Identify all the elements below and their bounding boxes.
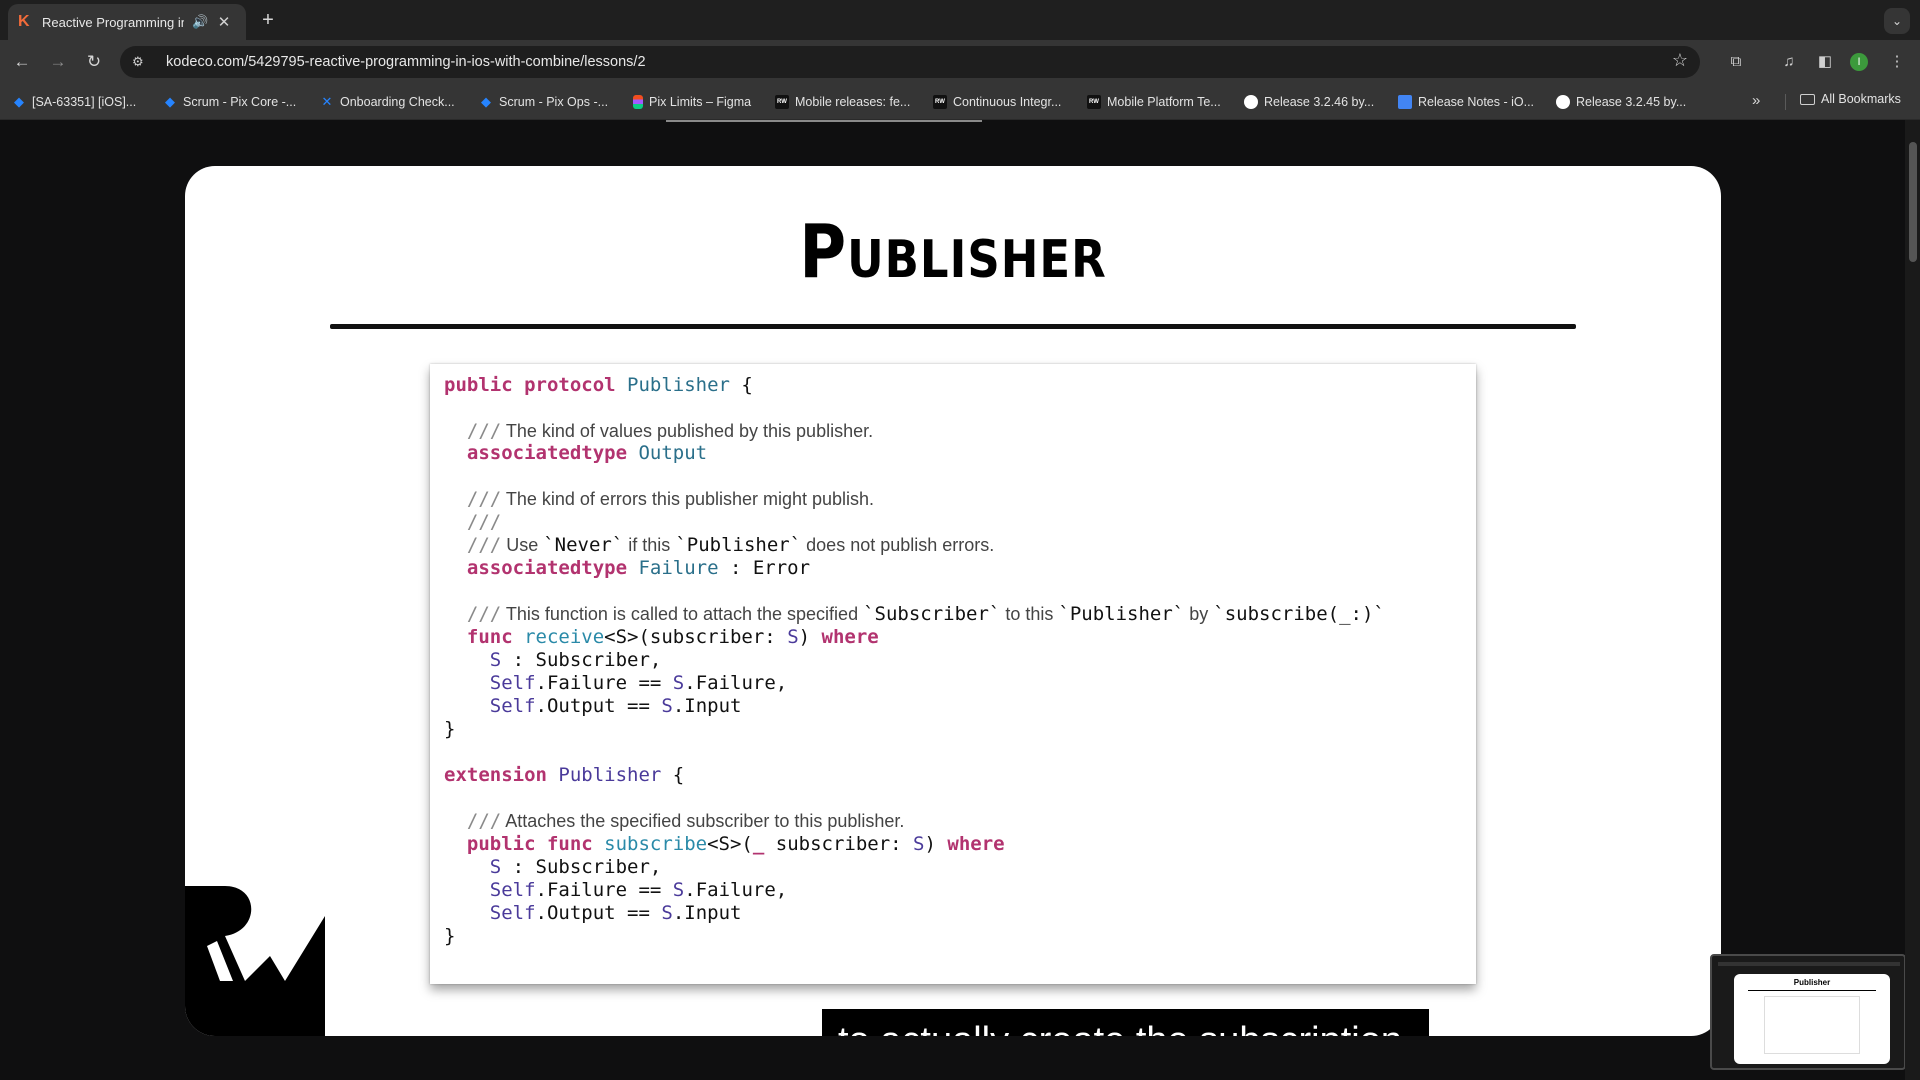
confluence-icon: ✕ bbox=[321, 94, 333, 109]
tab-search-chevron-icon[interactable]: ⌄ bbox=[1884, 8, 1910, 34]
code-line: func receive<S>(subscriber: S) where bbox=[444, 626, 879, 648]
code-comment: /// Attaches the specified subscriber to… bbox=[444, 810, 905, 832]
forward-arrow-icon[interactable]: → bbox=[46, 50, 70, 74]
tab-strip: K Reactive Programming in 🔊 ✕ + ⌄ bbox=[0, 0, 1920, 40]
code-line: } bbox=[444, 718, 456, 740]
github-icon bbox=[1556, 95, 1570, 109]
bookmark-label: Release Notes - iO... bbox=[1418, 95, 1535, 109]
active-tab[interactable]: K Reactive Programming in 🔊 ✕ bbox=[8, 4, 246, 40]
bookmarks-bar: ◆ [SA-63351] [iOS]... ◆ Scrum - Pix Core -… bbox=[0, 84, 1920, 120]
code-line: associatedtype Failure : Error bbox=[444, 557, 811, 579]
bookmark-item[interactable]: Release 3.2.45 by... bbox=[1556, 92, 1686, 112]
profile-avatar[interactable]: I bbox=[1850, 53, 1868, 71]
rw-icon: RW bbox=[1087, 95, 1101, 109]
bookmark-item[interactable]: Release Notes - iO... bbox=[1398, 92, 1534, 112]
raywenderlich-logo-icon bbox=[185, 886, 325, 1036]
bookmark-star-icon[interactable]: ☆ bbox=[1672, 50, 1688, 71]
bookmark-label: Mobile releases: fe... bbox=[795, 95, 911, 109]
tab-title: Reactive Programming in bbox=[42, 14, 184, 30]
bookmarks-divider bbox=[1785, 94, 1786, 110]
pip-slide: Publisher bbox=[1734, 974, 1890, 1064]
code-line: Self.Failure == S.Failure, bbox=[444, 879, 788, 901]
jira-icon: ◆ bbox=[481, 94, 491, 109]
code-comment: /// bbox=[444, 511, 502, 533]
menu-kebab-icon[interactable]: ⋮ bbox=[1886, 51, 1908, 73]
bookmark-label: Release 3.2.45 by... bbox=[1576, 95, 1687, 109]
docs-icon bbox=[1398, 95, 1412, 109]
all-bookmarks-label: All Bookmarks bbox=[1821, 92, 1901, 106]
speaker-icon[interactable]: 🔊 bbox=[192, 14, 208, 30]
browser-toolbar: ← → ↻ ⚙ kodeco.com/5429795-reactive-prog… bbox=[0, 40, 1920, 84]
address-bar[interactable]: ⚙ kodeco.com/5429795-reactive-programmin… bbox=[120, 46, 1700, 78]
picture-in-picture-preview[interactable]: Publisher bbox=[1710, 954, 1906, 1070]
code-line: } bbox=[444, 925, 456, 947]
jira-icon: ◆ bbox=[165, 94, 175, 109]
bookmark-label: Onboarding Check... bbox=[340, 95, 455, 109]
video-player[interactable]: Publisher public protocol Publisher { //… bbox=[185, 166, 1721, 1036]
code-block: public protocol Publisher { /// The kind… bbox=[430, 364, 1476, 984]
rw-icon: RW bbox=[933, 95, 947, 109]
bookmark-item[interactable]: Pix Limits – Figma bbox=[633, 92, 751, 112]
rw-icon: RW bbox=[775, 95, 789, 109]
pip-toolbar bbox=[1718, 962, 1900, 966]
new-tab-button[interactable]: + bbox=[256, 9, 280, 33]
code-comment: /// Use `Never` if this `Publisher` does… bbox=[444, 534, 995, 556]
back-arrow-icon[interactable]: ← bbox=[10, 50, 34, 74]
scrollbar-thumb[interactable] bbox=[1909, 142, 1917, 262]
code-line: S : Subscriber, bbox=[444, 649, 662, 671]
page-scrollbar[interactable] bbox=[1905, 120, 1920, 1080]
bookmark-item[interactable]: Release 3.2.46 by... bbox=[1244, 92, 1374, 112]
code-line: public func subscribe<S>(_ subscriber: S… bbox=[444, 833, 1005, 855]
media-controls-icon[interactable]: ♫ bbox=[1778, 51, 1800, 73]
page-content: Publisher public protocol Publisher { //… bbox=[0, 120, 1920, 1080]
bookmark-label: Pix Limits – Figma bbox=[649, 95, 752, 109]
link-underline bbox=[666, 120, 982, 122]
kodeco-favicon-icon: K bbox=[18, 13, 30, 30]
bookmark-item[interactable]: RW Continuous Integr... bbox=[933, 92, 1061, 112]
more-bookmarks-chevron-icon[interactable]: » bbox=[1752, 92, 1760, 109]
reload-icon[interactable]: ↻ bbox=[82, 50, 106, 74]
code-comment: /// This function is called to attach th… bbox=[444, 603, 1385, 625]
bookmark-label: Release 3.2.46 by... bbox=[1264, 95, 1375, 109]
code-line: S : Subscriber, bbox=[444, 856, 662, 878]
slide-title: Publisher bbox=[799, 210, 1107, 296]
code-line: public protocol Publisher { bbox=[444, 374, 753, 396]
bookmark-item[interactable]: ◆ Scrum - Pix Core -... bbox=[163, 92, 296, 112]
url-text[interactable]: kodeco.com/5429795-reactive-programming-… bbox=[166, 54, 646, 70]
code-comment: /// The kind of errors this publisher mi… bbox=[444, 488, 875, 510]
code-line: Self.Failure == S.Failure, bbox=[444, 672, 788, 694]
subtitle-caption: to actually create the subscription. bbox=[822, 1009, 1429, 1036]
code-line: Self.Output == S.Input bbox=[444, 902, 742, 924]
bookmark-item[interactable]: ✕ Onboarding Check... bbox=[320, 92, 455, 112]
bookmark-label: Continuous Integr... bbox=[953, 95, 1062, 109]
github-icon bbox=[1244, 95, 1258, 109]
site-info-icon[interactable]: ⚙ bbox=[132, 54, 154, 70]
title-divider bbox=[330, 324, 1576, 329]
jira-icon: ◆ bbox=[14, 94, 24, 109]
bookmark-label: Mobile Platform Te... bbox=[1107, 95, 1221, 109]
pip-divider bbox=[1748, 990, 1876, 991]
folder-icon bbox=[1800, 93, 1815, 105]
all-bookmarks-button[interactable]: All Bookmarks bbox=[1800, 92, 1901, 106]
figma-icon bbox=[633, 95, 643, 109]
bookmark-item[interactable]: RW Mobile releases: fe... bbox=[775, 92, 910, 112]
side-panel-icon[interactable]: ◧ bbox=[1814, 51, 1836, 73]
bookmark-label: Scrum - Pix Core -... bbox=[183, 95, 297, 109]
close-tab-button[interactable]: ✕ bbox=[216, 13, 232, 31]
bookmark-item[interactable]: ◆ Scrum - Pix Ops -... bbox=[479, 92, 608, 112]
pip-slide-title: Publisher bbox=[1793, 978, 1831, 987]
pip-code-block bbox=[1764, 996, 1860, 1054]
extensions-icon[interactable]: ⧉ bbox=[1725, 51, 1747, 73]
bookmark-label: Scrum - Pix Ops -... bbox=[499, 95, 609, 109]
code-comment: /// The kind of values published by this… bbox=[444, 420, 874, 442]
bookmark-item[interactable]: ◆ [SA-63351] [iOS]... bbox=[12, 92, 136, 112]
bookmark-item[interactable]: RW Mobile Platform Te... bbox=[1087, 92, 1221, 112]
code-line: extension Publisher { bbox=[444, 764, 685, 786]
bookmark-label: [SA-63351] [iOS]... bbox=[32, 95, 137, 109]
code-line: Self.Output == S.Input bbox=[444, 695, 742, 717]
code-line: associatedtype Output bbox=[444, 442, 708, 464]
